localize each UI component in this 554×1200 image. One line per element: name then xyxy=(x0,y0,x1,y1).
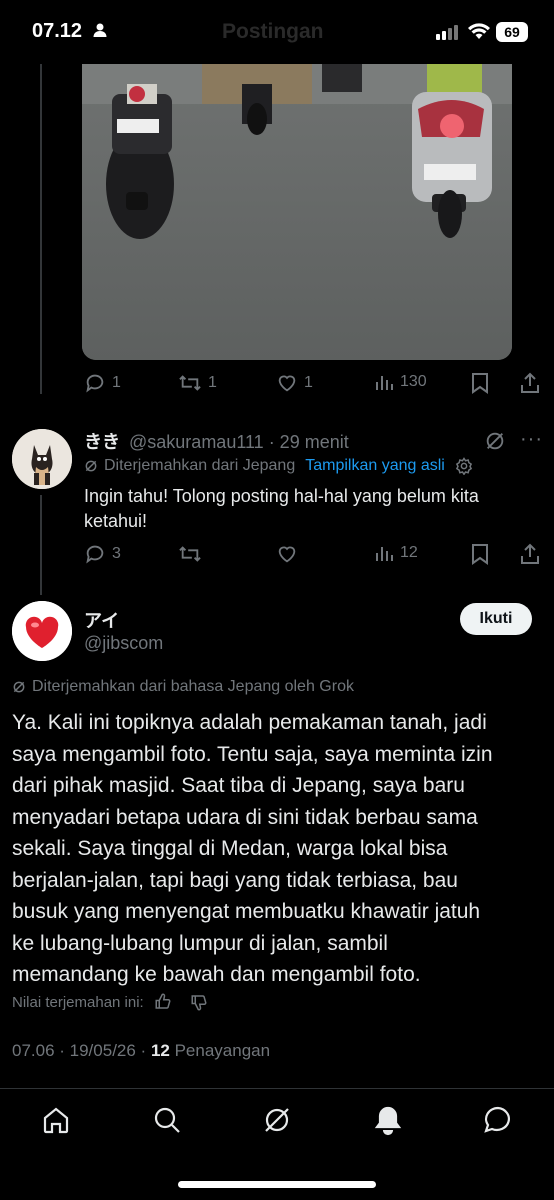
show-original-link[interactable]: Tampilkan yang asli xyxy=(305,457,445,475)
views-button[interactable]: 12 xyxy=(374,543,418,563)
text-line: dari pihak masjid. Saat tiba di Jepang, … xyxy=(12,774,465,797)
bookmark-button[interactable] xyxy=(470,543,490,565)
repost-icon xyxy=(179,375,201,391)
messages-icon[interactable] xyxy=(482,1104,514,1136)
battery-indicator: 69 xyxy=(496,22,528,42)
comment-text: Ingin tahu! Tolong posting hal-hal yang … xyxy=(84,486,479,531)
post-media-image[interactable] xyxy=(82,64,512,360)
repost-icon xyxy=(179,546,201,562)
handle: @jibscom xyxy=(84,633,164,653)
translation-notice: Diterjemahkan dari bahasa Jepang oleh Gr… xyxy=(12,678,354,696)
thumbs-up-icon[interactable] xyxy=(154,993,172,1011)
text-line: menyadari betapa udara di sini tidak ber… xyxy=(12,805,478,829)
person-icon xyxy=(93,23,107,37)
share-button[interactable] xyxy=(520,372,540,394)
views-icon xyxy=(376,376,393,390)
comment-header: きき @sakuramau111 · 29 menit xyxy=(84,428,349,454)
grok-icon[interactable] xyxy=(484,430,506,457)
heart-avatar-icon xyxy=(12,601,72,661)
display-name[interactable]: きき xyxy=(84,432,120,452)
text-line: memandang ke bawah dan mengambil foto. xyxy=(12,963,421,986)
thumbs-down-icon[interactable] xyxy=(190,993,208,1011)
reply-icon xyxy=(86,545,104,564)
timestamp: 07.06 · 19/05/26 · 12 Penayangan xyxy=(12,1041,271,1060)
text-line: Ya. Kali ini topiknya adalah pemakaman t… xyxy=(12,711,487,734)
follow-button[interactable]: Ikuti xyxy=(460,603,532,635)
settings-icon xyxy=(455,457,472,475)
thread-line xyxy=(40,495,42,595)
reply-icon xyxy=(86,374,104,393)
repost-button[interactable] xyxy=(178,543,202,565)
rate-translation: Nilai terjemahan ini: xyxy=(12,993,208,1011)
signal-icon xyxy=(436,24,460,45)
like-button[interactable]: 1 xyxy=(276,372,313,394)
repost-button[interactable]: 1 xyxy=(178,372,217,394)
like-button[interactable] xyxy=(276,543,298,565)
views-icon xyxy=(376,547,393,561)
home-icon[interactable] xyxy=(40,1104,72,1136)
avatar[interactable] xyxy=(12,601,72,661)
search-icon[interactable] xyxy=(151,1104,183,1136)
handle-time: @sakuramau111 · 29 menit xyxy=(129,432,349,452)
share-icon xyxy=(521,372,539,393)
thread-line xyxy=(40,64,42,394)
text-line: ke lubang-lubang lumpur di jalan, sambil xyxy=(12,931,388,955)
views-button[interactable]: 130 xyxy=(374,372,427,392)
heart-icon xyxy=(278,546,296,563)
bookmark-button[interactable] xyxy=(470,372,490,394)
dog-avatar-icon xyxy=(12,429,72,489)
notifications-icon[interactable] xyxy=(372,1104,404,1136)
text-line: saya mengambil foto. Tentu saja, saya me… xyxy=(12,742,493,766)
bookmark-icon xyxy=(472,544,488,565)
header-title: Postingan xyxy=(222,20,324,43)
home-indicator xyxy=(178,1181,376,1188)
text-line: sekali. Saya tinggal di Medan, warga lok… xyxy=(12,837,448,860)
status-time: 07.12 xyxy=(32,20,108,43)
grok-small-icon xyxy=(13,681,25,693)
wifi-icon xyxy=(468,23,490,45)
avatar[interactable] xyxy=(12,429,72,489)
display-name[interactable]: アイ xyxy=(84,607,119,633)
bookmark-icon xyxy=(472,373,488,394)
text-line: berjalan-jalan, tapi bagi yang tidak ter… xyxy=(12,868,458,892)
grok-icon[interactable] xyxy=(261,1104,293,1136)
reply-button[interactable]: 1 xyxy=(84,372,121,394)
translation-notice: Diterjemahkan dari Jepang Tampilkan yang… xyxy=(84,457,473,475)
share-button[interactable] xyxy=(520,543,540,565)
grok-small-icon xyxy=(85,460,97,472)
heart-icon xyxy=(278,375,296,392)
reply-button[interactable]: 3 xyxy=(84,543,121,565)
share-icon xyxy=(521,543,539,564)
more-icon[interactable]: ··· xyxy=(520,428,543,451)
reply-text: Ya. Kali ini topiknya adalah pemakaman t… xyxy=(12,707,548,991)
text-line: busuk yang menyengat membuatku khawatir … xyxy=(12,900,481,923)
